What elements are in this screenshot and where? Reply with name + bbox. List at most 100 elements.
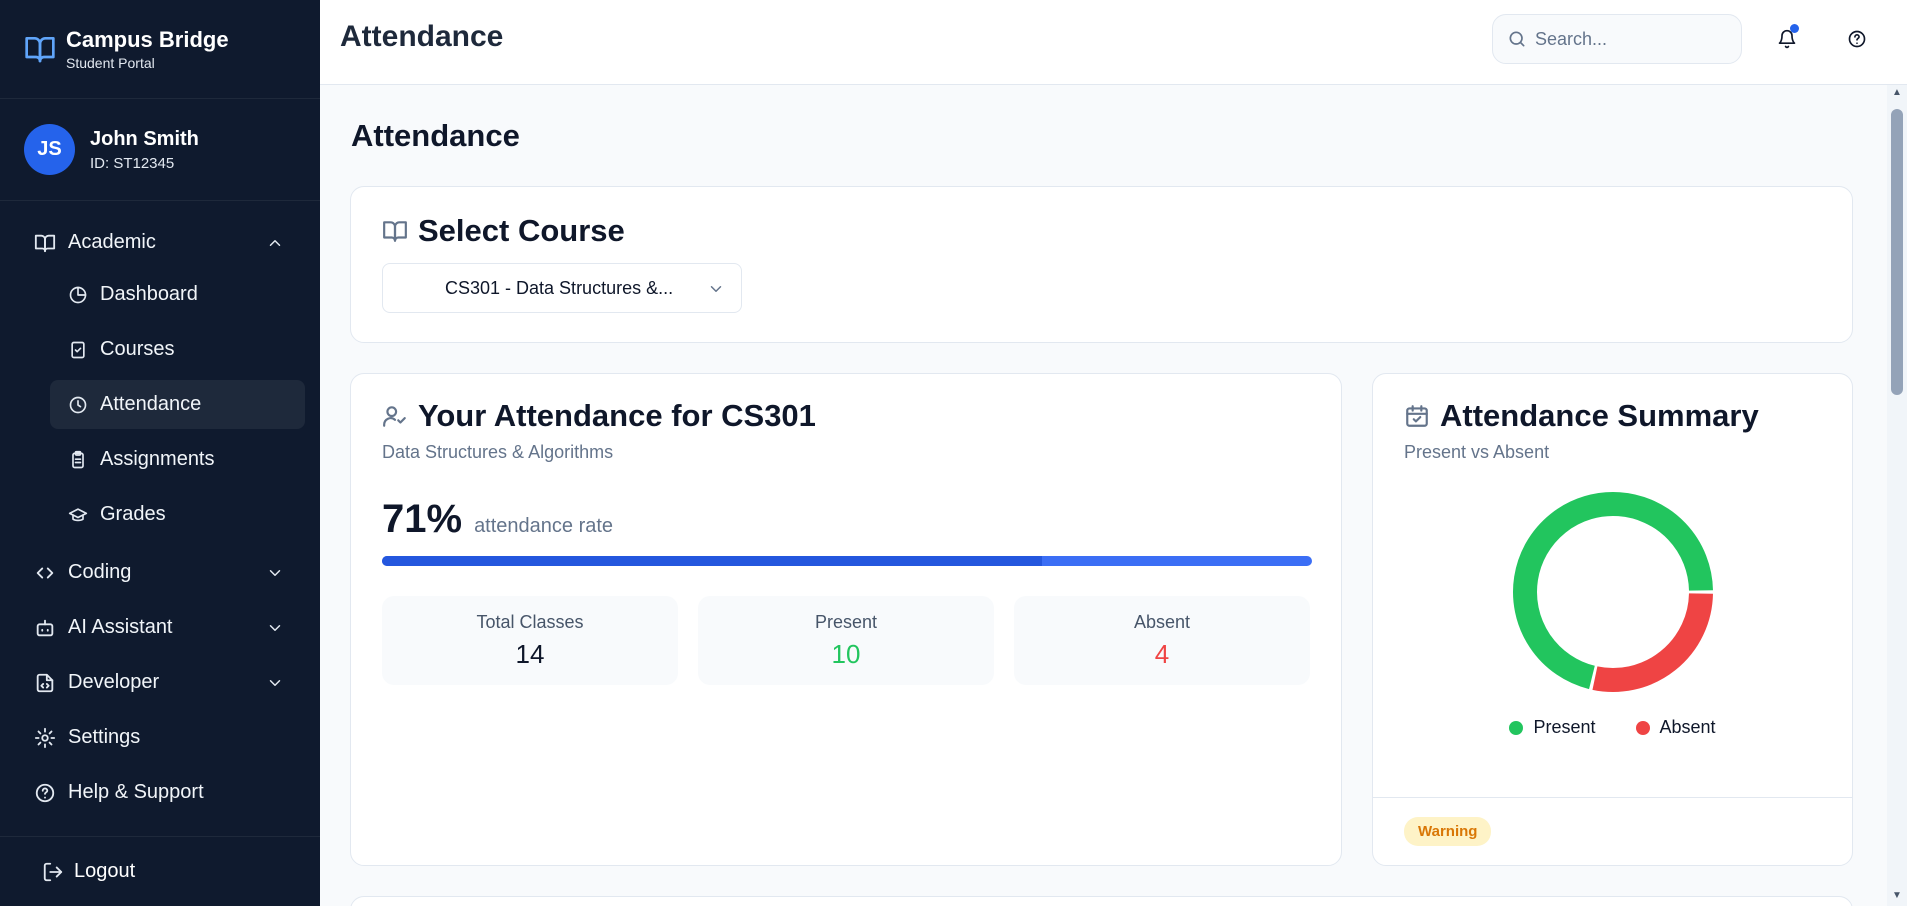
select-course-heading: Select Course [382,213,625,249]
stat-label: Present [814,611,878,632]
pie-chart-icon [69,286,87,303]
summary-card-title: Attendance Summary [1440,398,1759,433]
sidebar-group-label: Developer [68,671,160,693]
chevron-down-icon [710,286,722,292]
user-id: ID: ST12345 [90,154,175,172]
attendance-progress-fill [382,556,1043,566]
book-open-icon [383,221,407,242]
notifications-button[interactable] [1772,24,1802,54]
attendance-card-subtitle: Data Structures & Algorithms [382,442,614,462]
help-circle-icon [1848,30,1866,48]
sidebar-item-label: Courses [100,338,175,360]
attendance-card-heading: Your Attendance for CS301 [382,398,1310,434]
select-course-title: Select Course [418,213,625,248]
stat-absent: Absent 4 [1014,596,1310,685]
gear-icon [34,727,56,748]
sidebar-item-grades[interactable]: Grades [50,490,305,539]
sidebar-group-label: Academic [68,231,156,253]
sidebar-item-courses[interactable]: Courses [50,325,305,374]
sidebar-item-settings[interactable]: Settings [0,710,320,765]
stat-total-classes: Total Classes 14 [382,596,678,685]
attendance-summary-card: Attendance Summary Present vs Absent Pre… [1372,373,1853,866]
calendar-check-icon [1406,405,1428,427]
help-button[interactable] [1842,24,1872,54]
select-course-card: Select Course CS301 - Data Structures &.… [350,186,1853,343]
stat-present: Present 10 [698,596,994,685]
course-dropdown-value: CS301 - Data Structures &... [445,277,674,298]
next-card [350,896,1853,906]
summary-card-footer: Warning [1373,797,1852,865]
sidebar-group-academic[interactable]: Academic [0,215,320,270]
file-code-icon [36,673,54,692]
sidebar-item-label: Grades [100,503,166,525]
chevron-down-icon [269,569,281,576]
sidebar-group-coding[interactable]: Coding [0,545,320,600]
header-title: Attendance [340,20,504,53]
code-icon [36,567,54,578]
notification-dot [1790,24,1799,33]
sidebar-group-label: AI Assistant [68,616,173,638]
legend-item-present[interactable]: Present [1509,717,1596,738]
legend-dot-absent [1635,720,1650,735]
attendance-card-title: Your Attendance for CS301 [418,398,816,433]
logout-label: Logout [74,860,136,882]
logout-icon [43,862,63,881]
bot-icon [36,619,54,636]
main-scrollbar[interactable]: ▲ ▼ [1887,85,1907,906]
brand[interactable]: Campus Bridge Student Portal [0,0,320,99]
donut-segment-absent[interactable] [1592,592,1713,692]
search-box[interactable] [1492,14,1742,64]
sidebar-item-attendance[interactable]: Attendance [50,380,305,429]
graduation-cap-icon [68,507,88,521]
summary-card-subtitle: Present vs Absent [1404,442,1550,462]
sidebar-group-label: Help & Support [68,781,204,803]
chevron-down-icon [269,624,281,631]
book-open-icon [25,37,55,63]
search-input[interactable] [1535,28,1735,50]
user-name: John Smith [90,127,199,150]
page-title: Attendance [351,118,520,153]
notebook-icon [71,341,85,358]
brand-title: Campus Bridge [66,27,229,52]
attendance-progress-bar [382,556,1312,566]
search-icon [1509,31,1525,47]
attendance-rate-value: 71% [382,497,463,541]
logout-button[interactable]: Logout [0,836,320,906]
sidebar-group-label: Settings [68,726,141,748]
attendance-donut-chart [1513,492,1713,692]
sidebar-group-ai-assistant[interactable]: AI Assistant [0,600,320,655]
course-dropdown[interactable]: CS301 - Data Structures &... [382,263,742,313]
top-header: Attendance [320,0,1907,85]
sidebar-item-assignments[interactable]: Assignments [50,435,305,484]
legend-label: Absent [1659,717,1716,737]
stat-value: 14 [515,638,545,669]
stat-value: 4 [1154,638,1170,669]
sidebar-item-label: Dashboard [100,283,198,305]
user-profile[interactable]: JS John Smith ID: ST12345 [0,99,320,201]
sidebar-group-label: Coding [68,561,132,583]
status-badge: Warning [1404,817,1492,846]
sidebar-item-dashboard[interactable]: Dashboard [50,270,305,319]
help-circle-icon [35,783,55,802]
sidebar-item-label: Assignments [100,448,215,470]
sidebar-item-help[interactable]: Help & Support [0,765,320,820]
user-check-icon [383,406,406,427]
sidebar-item-label: Attendance [100,393,202,415]
attendance-rate-label: attendance rate [474,515,614,537]
legend-label: Present [1533,717,1596,737]
avatar: JS [24,124,75,175]
attendance-stats: Total Classes 14 Present 10 Absent 4 [382,596,1310,685]
scroll-up-arrow[interactable]: ▲ [1891,87,1903,99]
summary-card-heading: Attendance Summary [1404,398,1821,434]
sidebar: Campus Bridge Student Portal JS John Smi… [0,0,320,906]
legend-dot-present [1509,720,1524,735]
scroll-down-arrow[interactable]: ▼ [1891,890,1903,902]
scroll-thumb[interactable] [1891,109,1903,395]
brand-subtitle: Student Portal [66,55,155,71]
sidebar-group-developer[interactable]: Developer [0,655,320,710]
book-open-icon [34,234,56,252]
chart-legend: Present Absent [1404,717,1821,738]
attendance-rate: 71% attendance rate [382,497,1310,542]
clipboard-icon [72,450,84,468]
legend-item-absent[interactable]: Absent [1635,717,1716,738]
